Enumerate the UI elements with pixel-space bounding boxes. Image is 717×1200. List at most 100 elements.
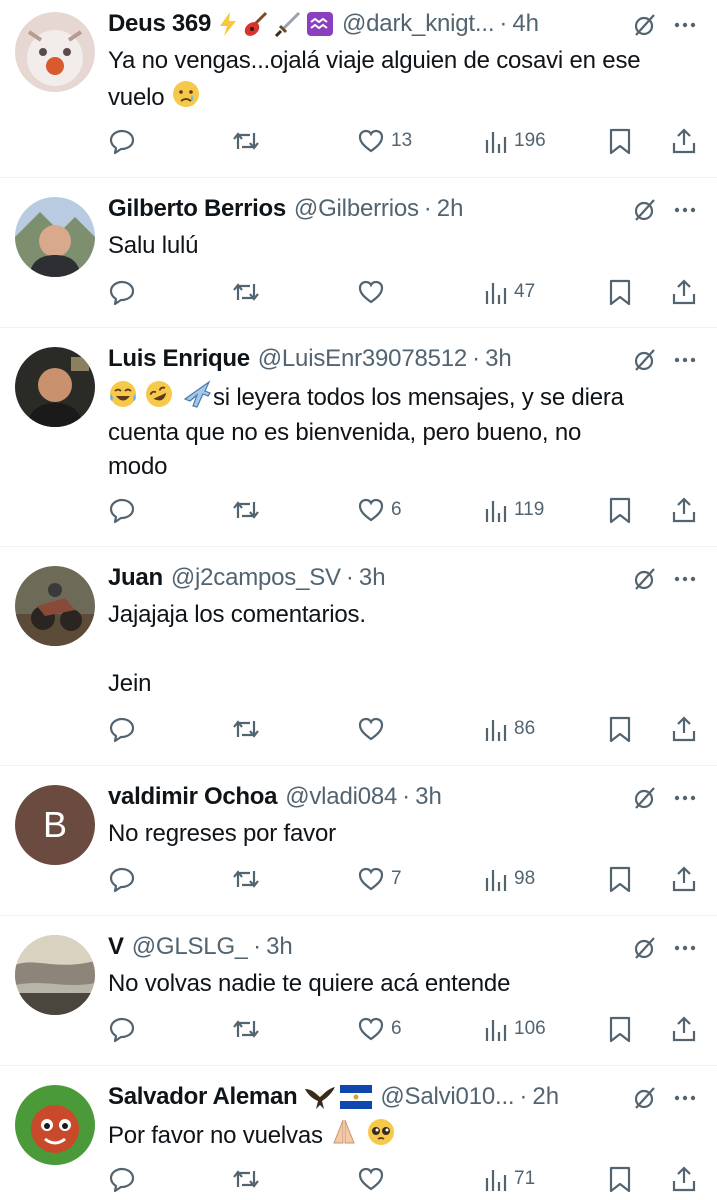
reply-button[interactable] xyxy=(108,1014,136,1044)
username[interactable]: @dark_knigt... xyxy=(342,8,494,40)
display-name[interactable]: valdimir Ochoa xyxy=(108,781,278,813)
display-name[interactable]: Salvador Aleman xyxy=(108,1081,298,1113)
reply-button[interactable] xyxy=(108,714,136,744)
avatar[interactable] xyxy=(15,347,95,427)
grok-icon[interactable] xyxy=(632,197,658,223)
username[interactable]: @LuisEnr39078512 xyxy=(258,343,467,375)
reply-button[interactable] xyxy=(108,1164,136,1194)
avatar[interactable] xyxy=(15,935,95,1015)
like-button[interactable] xyxy=(357,714,391,744)
avatar[interactable] xyxy=(15,12,95,92)
views-button[interactable]: 106 xyxy=(484,1014,546,1044)
share-icon xyxy=(672,716,696,742)
more-options-icon[interactable] xyxy=(672,935,698,961)
bookmark-button[interactable] xyxy=(608,277,632,307)
like-button[interactable]: 7 xyxy=(357,864,402,894)
heart-icon xyxy=(358,867,384,891)
views-button[interactable]: 196 xyxy=(484,126,546,156)
tweet[interactable]: Salvador Aleman @Salvi010... · 2h Por fa… xyxy=(0,1066,717,1200)
timestamp[interactable]: 3h xyxy=(485,343,512,375)
more-options-icon[interactable] xyxy=(672,12,698,38)
reply-button[interactable] xyxy=(108,495,136,525)
like-button[interactable]: 6 xyxy=(357,495,402,525)
views-button[interactable]: 47 xyxy=(484,277,535,307)
views-button[interactable]: 71 xyxy=(484,1164,535,1194)
share-button[interactable] xyxy=(670,1164,698,1194)
more-options-icon[interactable] xyxy=(672,197,698,223)
timestamp[interactable]: 2h xyxy=(532,1081,559,1113)
reply-button[interactable] xyxy=(108,126,136,156)
repost-button[interactable] xyxy=(230,1014,262,1044)
tweet[interactable]: Deus 369 @dark_knigt... · 4h Ya no venga… xyxy=(0,0,717,178)
like-button[interactable] xyxy=(357,277,391,307)
repost-button[interactable] xyxy=(230,126,262,156)
more-options-icon[interactable] xyxy=(672,1085,698,1111)
grok-icon[interactable] xyxy=(632,566,658,592)
bookmark-button[interactable] xyxy=(608,1014,632,1044)
views-button[interactable]: 119 xyxy=(484,495,544,525)
repost-button[interactable] xyxy=(230,277,262,307)
share-button[interactable] xyxy=(670,864,698,894)
bookmark-button[interactable] xyxy=(608,495,632,525)
timestamp[interactable]: 2h xyxy=(437,193,464,225)
grok-icon[interactable] xyxy=(632,12,658,38)
avatar[interactable] xyxy=(15,566,95,646)
tweet[interactable]: Luis Enrique @LuisEnr39078512 · 3h si le… xyxy=(0,328,717,547)
timestamp[interactable]: 3h xyxy=(359,562,386,594)
avatar[interactable] xyxy=(15,1085,95,1165)
username[interactable]: @vladi084 xyxy=(285,781,397,813)
username[interactable]: @Gilberrios xyxy=(294,193,419,225)
like-button[interactable] xyxy=(357,1164,391,1194)
share-button[interactable] xyxy=(670,714,698,744)
avatar[interactable] xyxy=(15,197,95,277)
timestamp[interactable]: 4h xyxy=(512,8,539,40)
share-button[interactable] xyxy=(670,277,698,307)
views-count: 196 xyxy=(514,130,546,151)
like-button[interactable]: 6 xyxy=(357,1014,402,1044)
tweet[interactable]: V @GLSLG_ · 3h No volvas nadie te quiere… xyxy=(0,916,717,1066)
views-button[interactable]: 86 xyxy=(484,714,535,744)
repost-button[interactable] xyxy=(230,495,262,525)
username[interactable]: @j2campos_SV xyxy=(171,562,341,594)
tweet[interactable]: B valdimir Ochoa @vladi084 · 3h No regre… xyxy=(0,766,717,916)
grok-icon[interactable] xyxy=(632,785,658,811)
avatar[interactable]: B xyxy=(15,785,95,865)
bookmark-button[interactable] xyxy=(608,126,632,156)
grok-icon[interactable] xyxy=(632,1085,658,1111)
repost-icon xyxy=(233,870,259,888)
tweet[interactable]: Juan @j2campos_SV · 3h Jajajaja los come… xyxy=(0,547,717,766)
display-name[interactable]: Gilberto Berrios xyxy=(108,193,286,225)
share-button[interactable] xyxy=(670,495,698,525)
timestamp[interactable]: 3h xyxy=(266,931,293,963)
more-options-icon[interactable] xyxy=(672,566,698,592)
bookmark-button[interactable] xyxy=(608,714,632,744)
like-button[interactable]: 13 xyxy=(357,126,412,156)
repost-button[interactable] xyxy=(230,1164,262,1194)
tweet[interactable]: Gilberto Berrios @Gilberrios · 2h Salu l… xyxy=(0,178,717,328)
grok-icon[interactable] xyxy=(632,347,658,373)
bookmark-button[interactable] xyxy=(608,864,632,894)
reply-button[interactable] xyxy=(108,277,136,307)
username[interactable]: @Salvi010... xyxy=(380,1081,514,1113)
share-button[interactable] xyxy=(670,1014,698,1044)
username[interactable]: @GLSLG_ xyxy=(132,931,248,963)
repost-icon xyxy=(233,501,259,519)
more-options-icon[interactable] xyxy=(672,347,698,373)
repost-button[interactable] xyxy=(230,864,262,894)
grok-icon[interactable] xyxy=(632,935,658,961)
share-button[interactable] xyxy=(670,126,698,156)
more-options-icon[interactable] xyxy=(672,785,698,811)
text-line: vuelo xyxy=(108,83,165,111)
timestamp[interactable]: 3h xyxy=(415,781,442,813)
share-icon xyxy=(672,866,696,892)
bookmark-button[interactable] xyxy=(608,1164,632,1194)
display-name[interactable]: V xyxy=(108,931,124,963)
display-name[interactable]: Juan xyxy=(108,562,163,594)
reply-button[interactable] xyxy=(108,864,136,894)
display-name[interactable]: Deus 369 xyxy=(108,8,211,40)
repost-button[interactable] xyxy=(230,714,262,744)
views-button[interactable]: 98 xyxy=(484,864,535,894)
display-name[interactable]: Luis Enrique xyxy=(108,343,250,375)
text-line: modo xyxy=(108,453,168,480)
separator-dot: · xyxy=(423,195,432,222)
